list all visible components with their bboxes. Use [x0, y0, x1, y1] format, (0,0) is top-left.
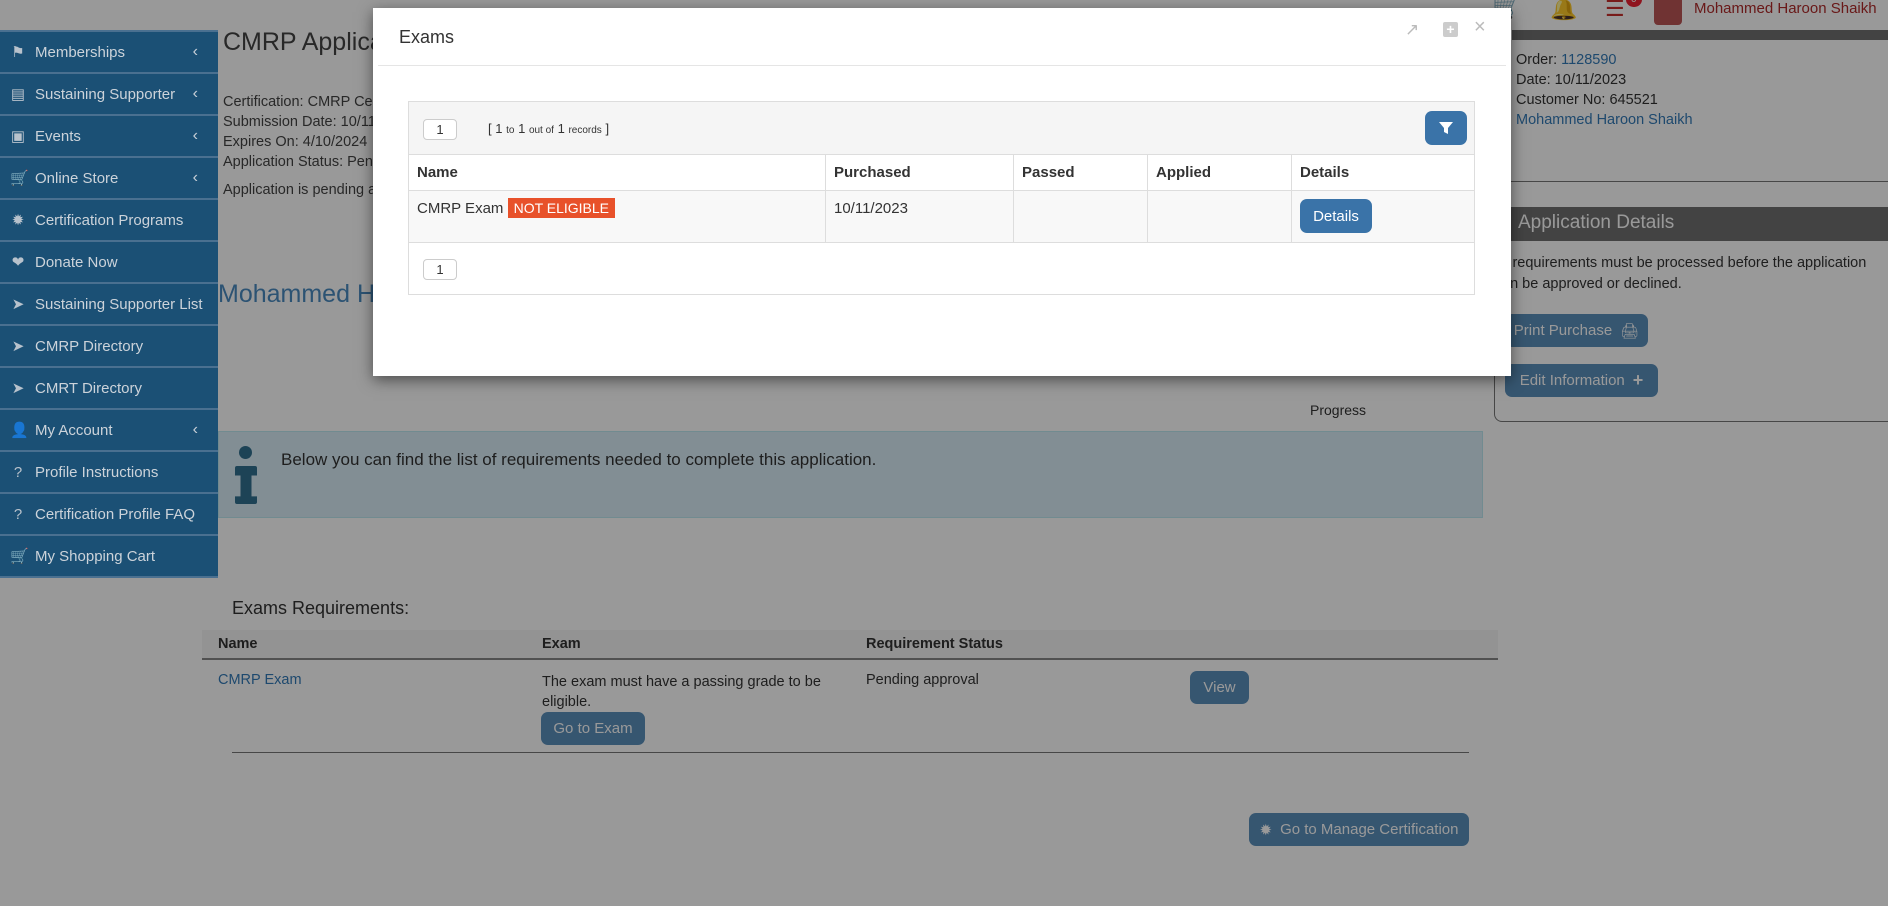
sidebar-item-events[interactable]: ▣ Events ‹ [0, 116, 218, 158]
records-outof-word: out of [528, 125, 554, 136]
question-icon: ? [13, 463, 23, 481]
chevron-circle-icon: ➤ [11, 296, 25, 313]
pager-bottom[interactable]: 1 [423, 259, 457, 280]
certificate-icon: ✹ [11, 212, 25, 229]
chevron-left-icon: ‹ [192, 421, 198, 438]
records-word: records [568, 125, 602, 136]
sidebar-item-label: Memberships [35, 43, 126, 61]
sidebar-item-label: Sustaining Supporter [35, 85, 176, 103]
table-row: CMRP Exam NOT ELIGIBLE 10/11/2023 Detail… [408, 190, 1475, 243]
passed-cell [1013, 190, 1148, 243]
sidebar-item-label: CMRP Directory [35, 337, 144, 355]
records-to-word: to [506, 125, 515, 136]
records-to: 1 [518, 121, 526, 136]
sidebar-item-my-account[interactable]: 👤 My Account ‹ [0, 410, 218, 452]
applied-cell [1147, 190, 1292, 243]
table-header-row: Name Purchased Passed Applied Details [408, 154, 1475, 191]
cart-icon: 🛒 [10, 170, 29, 187]
details-cell: Details [1291, 190, 1475, 243]
sidebar-item-donate-now[interactable]: ❤ Donate Now [0, 242, 218, 284]
records-total: 1 [557, 121, 565, 136]
sidebar-item-cmrt-directory[interactable]: ➤ CMRT Directory [0, 368, 218, 410]
sidebar-item-sustaining-supporter-list[interactable]: ➤ Sustaining Supporter List [0, 284, 218, 326]
sidebar-item-label: Donate Now [35, 253, 118, 271]
inbox-icon: ▤ [10, 86, 26, 103]
pager-top[interactable]: 1 [423, 119, 457, 140]
exams-modal: Exams ↗ + × 1 [ 1 to 1 out of 1 records … [373, 8, 1511, 376]
exams-table: Name Purchased Passed Applied Details CM… [408, 154, 1475, 295]
table-footer-row: 1 [408, 242, 1475, 295]
table-footer: 1 [408, 242, 1475, 295]
chevron-left-icon: ‹ [192, 85, 198, 102]
question-icon: ? [13, 505, 23, 523]
th-name: Name [408, 154, 826, 191]
sidebar-item-label: Certification Profile FAQ [35, 505, 196, 523]
records-bracket-open: [ [488, 121, 492, 136]
chevron-left-icon: ‹ [192, 43, 198, 60]
filter-button[interactable] [1425, 111, 1467, 145]
bookmark-icon: ⚑ [11, 44, 25, 61]
sidebar-item-label: Online Store [35, 169, 119, 187]
modal-title: Exams [399, 27, 455, 47]
sidebar-item-profile-instructions[interactable]: ? Profile Instructions [0, 452, 218, 494]
not-eligible-badge: NOT ELIGIBLE [507, 198, 616, 218]
sidebar-item-cmrp-directory[interactable]: ➤ CMRP Directory [0, 326, 218, 368]
sidebar-item-online-store[interactable]: 🛒 Online Store ‹ [0, 158, 218, 200]
purchased-cell: 10/11/2023 [825, 190, 1014, 243]
close-icon[interactable]: × [1474, 16, 1486, 39]
sidebar-item-certification-programs[interactable]: ✹ Certification Programs [0, 200, 218, 242]
th-details: Details [1291, 154, 1475, 191]
popout-icon[interactable]: ↗ [1405, 20, 1419, 40]
sidebar-item-label: CMRT Directory [35, 379, 142, 397]
records-bracket-close: ] [605, 121, 610, 136]
sidebar-item-label: Sustaining Supporter List [35, 295, 203, 313]
sidebar-item-label: Events [35, 127, 81, 145]
records-from: 1 [495, 121, 503, 136]
modal-header-divider [378, 65, 1506, 66]
exams-grid-toolbar: 1 [ 1 to 1 out of 1 records ] [408, 101, 1475, 154]
details-button[interactable]: Details [1300, 199, 1372, 233]
heart-icon: ❤ [11, 254, 25, 271]
sidebar-item-label: My Shopping Cart [35, 547, 156, 565]
sidebar-item-memberships[interactable]: ⚑ Memberships ‹ [0, 32, 218, 74]
ticket-icon: ▣ [10, 128, 26, 145]
sidebar-item-sustaining-supporter[interactable]: ▤ Sustaining Supporter ‹ [0, 74, 218, 116]
maximize-icon[interactable]: + [1443, 22, 1458, 37]
user-icon: 👤 [10, 422, 29, 439]
sidebar-item-label: Certification Programs [35, 211, 184, 229]
records-info: [ 1 to 1 out of 1 records ] [488, 121, 609, 136]
sidebar-item-label: My Account [35, 421, 113, 439]
th-applied: Applied [1147, 154, 1292, 191]
exam-name: CMRP Exam [417, 200, 504, 217]
sidebar-item-label: Profile Instructions [35, 463, 159, 481]
exam-name-cell: CMRP Exam NOT ELIGIBLE [408, 190, 826, 243]
th-purchased: Purchased [825, 154, 1014, 191]
sidebar-item-certification-profile-faq[interactable]: ? Certification Profile FAQ [0, 494, 218, 536]
sidebar: ⚑ Memberships ‹ ▤ Sustaining Supporter ‹ ▣ Even… [0, 30, 218, 578]
cart-icon: 🛒 [10, 548, 29, 565]
sidebar-item-my-shopping-cart[interactable]: 🛒 My Shopping Cart [0, 536, 218, 578]
th-passed: Passed [1013, 154, 1148, 191]
chevron-left-icon: ‹ [192, 127, 198, 144]
chevron-circle-icon: ➤ [11, 338, 25, 355]
chevron-left-icon: ‹ [192, 169, 198, 186]
chevron-circle-icon: ➤ [11, 380, 25, 397]
filter-icon [1439, 122, 1453, 134]
